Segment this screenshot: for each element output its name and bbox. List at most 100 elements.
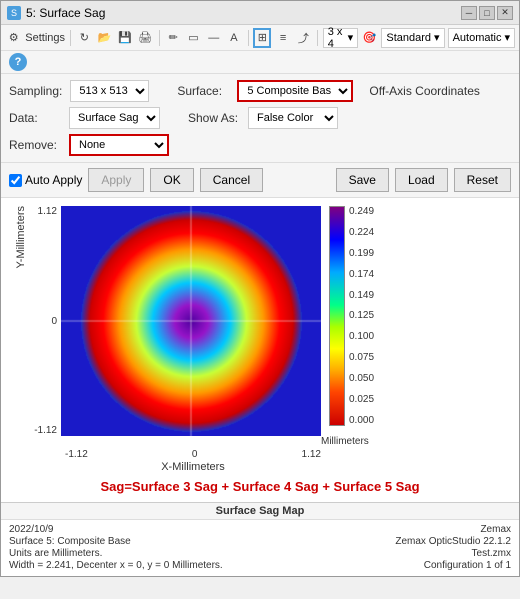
text-icon: A [230, 32, 237, 44]
data-row: Data: Surface Sag Show As: False Color [9, 107, 511, 129]
cb-tick-8: 0.050 [349, 373, 374, 384]
toolbar-sep-4 [317, 30, 318, 46]
footer-left: 2022/10/9 Surface 5: Composite Base Unit… [9, 524, 223, 572]
footer-file: Test.zmx [395, 548, 511, 559]
auto-apply-checkbox-group: Auto Apply [9, 173, 82, 187]
chart-with-yticks: 1.12 0 -1.12 [29, 206, 321, 436]
y-tick-bot: -1.12 [29, 425, 57, 436]
cb-tick-10: 0.000 [349, 415, 374, 426]
cb-tick-1: 0.224 [349, 227, 374, 238]
sag-chart-canvas [61, 206, 321, 436]
colorbar-unit-row: Millimeters [29, 436, 374, 447]
x-tick-labels: -1.12 0 1.12 [29, 449, 321, 460]
export-button[interactable]: ⤴ [295, 28, 312, 48]
x-axis-label: X-Millimeters [29, 461, 321, 473]
pen-button[interactable]: ✏ [165, 28, 182, 48]
colorbar-ticks: 0.249 0.224 0.199 0.174 0.149 0.125 0.10… [349, 206, 374, 426]
info-footer: Surface Sag Map 2022/10/9 Surface 5: Com… [1, 502, 519, 576]
toolbar-sep-3 [248, 30, 249, 46]
footer-title: Surface Sag Map [1, 503, 519, 520]
reset-button[interactable]: Reset [454, 168, 511, 192]
minimize-button[interactable]: ─ [461, 6, 477, 20]
open-icon: 📂 [98, 31, 112, 44]
chart-wrapper: Y-Millimeters 1.12 0 -1.12 [9, 206, 511, 473]
footer-width: Width = 2.241, Decenter x = 0, y = 0 Mil… [9, 560, 223, 571]
cancel-button[interactable]: Cancel [200, 168, 263, 192]
close-button[interactable]: ✕ [497, 6, 513, 20]
load-button[interactable]: Load [395, 168, 448, 192]
maximize-button[interactable]: □ [479, 6, 495, 20]
x-tick-mid: 0 [192, 449, 198, 460]
settings-button[interactable]: ⚙ [5, 28, 22, 48]
surface-label: Surface: [177, 84, 229, 98]
colorbar-unit-label: Millimeters [321, 436, 369, 447]
chevron-down-icon-2: ▾ [434, 31, 440, 44]
refresh-button[interactable]: ↻ [76, 28, 93, 48]
save-button[interactable]: Save [336, 168, 389, 192]
sampling-select[interactable]: 513 x 513 [70, 80, 149, 102]
auto-apply-label[interactable]: Auto Apply [25, 173, 82, 187]
grid-button[interactable]: ⊞ [253, 28, 271, 48]
settings-icon: ⚙ [9, 31, 19, 44]
automatic-dropdown[interactable]: Automatic ▾ [448, 28, 515, 48]
line-button[interactable]: — [205, 28, 222, 48]
target-icon: 🎯 [363, 31, 377, 44]
settings-panel: Sampling: 513 x 513 Surface: 5 Composite… [1, 74, 519, 163]
cb-tick-0: 0.249 [349, 206, 374, 217]
footer-body: 2022/10/9 Surface 5: Composite Base Unit… [1, 520, 519, 576]
standard-dropdown[interactable]: Standard ▾ [381, 28, 444, 48]
window-icon: S [7, 6, 21, 20]
line-icon: — [208, 32, 219, 44]
footer-date: 2022/10/9 [9, 524, 223, 535]
remove-label: Remove: [9, 138, 61, 152]
cb-tick-3: 0.174 [349, 269, 374, 280]
x-tick-right: 1.12 [302, 449, 321, 460]
chart-column: 1.12 0 -1.12 0.249 0.224 0.199 [29, 206, 374, 473]
settings-label: Settings [25, 32, 65, 44]
rect-button[interactable]: ▭ [185, 28, 202, 48]
window-title: 5: Surface Sag [26, 6, 105, 20]
footer-units: Units are Millimeters. [9, 548, 223, 559]
surface-select[interactable]: 5 Composite Bas [237, 80, 353, 102]
apply-button[interactable]: Apply [88, 168, 144, 192]
show-as-select[interactable]: False Color [248, 107, 338, 129]
cb-tick-2: 0.199 [349, 248, 374, 259]
ok-button[interactable]: OK [150, 168, 193, 192]
open-button[interactable]: 📂 [96, 28, 113, 48]
rect-icon: ▭ [188, 31, 198, 44]
save-icon: 💾 [118, 31, 132, 44]
remove-select[interactable]: None [69, 134, 169, 156]
print-button[interactable]: 🖨 [137, 28, 154, 48]
x-tick-left: -1.12 [65, 449, 88, 460]
text-button[interactable]: A [225, 28, 242, 48]
action-buttons-row: Auto Apply Apply OK Cancel Save Load Res… [1, 163, 519, 198]
cb-tick-9: 0.025 [349, 394, 374, 405]
grid-icon: ⊞ [258, 31, 267, 44]
data-select[interactable]: Surface Sag [69, 107, 160, 129]
list-icon: ≡ [280, 32, 286, 44]
title-bar-left: S 5: Surface Sag [7, 6, 105, 20]
toolbar: ⚙ Settings ↻ 📂 💾 🖨 ✏ ▭ — A ⊞ [1, 25, 519, 51]
help-button[interactable]: ? [9, 53, 27, 71]
save-toolbar-button[interactable]: 💾 [116, 28, 133, 48]
show-as-label: Show As: [188, 111, 240, 125]
y-tick-mid: 0 [29, 316, 57, 327]
data-label: Data: [9, 111, 61, 125]
grid-size-dropdown[interactable]: 3 x 4 ▾ [323, 28, 358, 48]
list-button[interactable]: ≡ [274, 28, 291, 48]
footer-surface: Surface 5: Composite Base [9, 536, 223, 547]
footer-software: Zemax [395, 524, 511, 535]
sampling-row: Sampling: 513 x 513 Surface: 5 Composite… [9, 80, 511, 102]
cb-tick-7: 0.075 [349, 352, 374, 363]
toolbar-sep-2 [159, 30, 160, 46]
y-tick-top: 1.12 [29, 206, 57, 217]
pen-icon: ✏ [169, 31, 178, 44]
off-axis-label: Off-Axis Coordinates [369, 84, 480, 98]
colorbar-gradient [329, 206, 345, 426]
formula-text: Sag=Surface 3 Sag + Surface 4 Sag + Surf… [9, 473, 511, 498]
auto-apply-checkbox[interactable] [9, 174, 22, 187]
toolbar-sep-1 [70, 30, 71, 46]
target-button[interactable]: 🎯 [361, 28, 378, 48]
chart-row: 1.12 0 -1.12 0.249 0.224 0.199 [29, 206, 374, 436]
refresh-icon: ↻ [80, 31, 89, 44]
